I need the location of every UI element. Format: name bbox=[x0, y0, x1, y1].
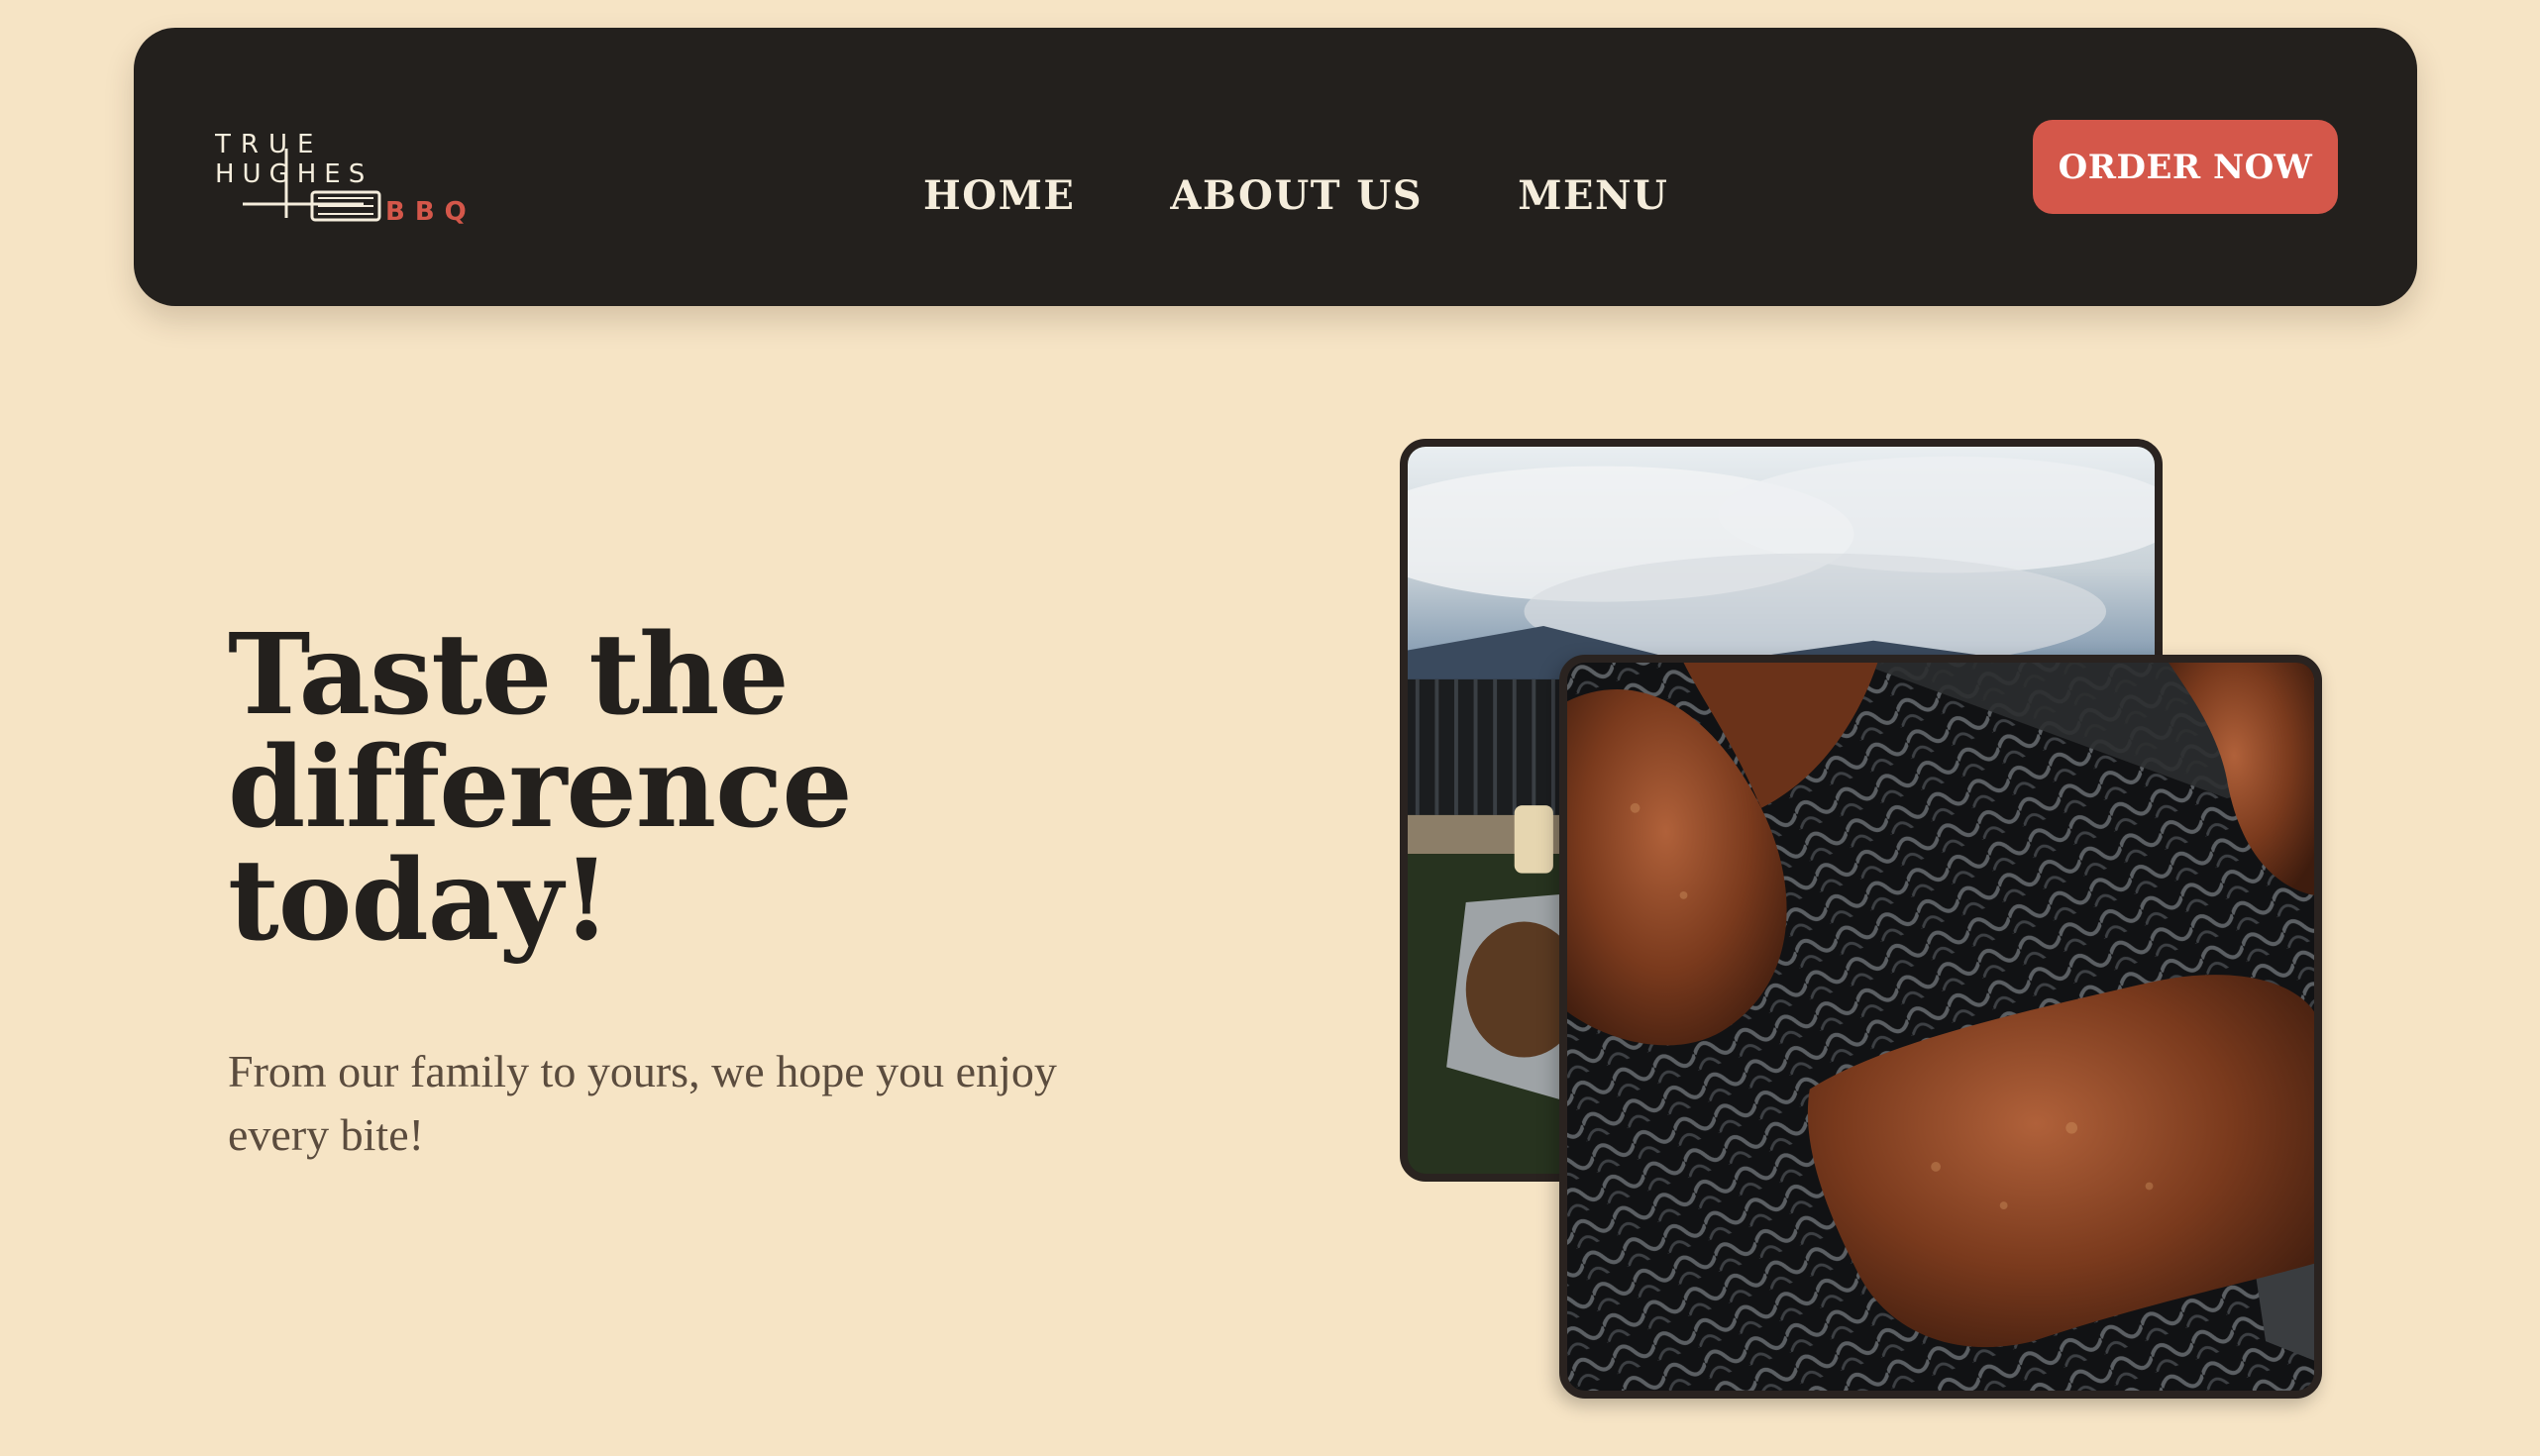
page: TRUE HUGHES BBQ HOME ABOUT US MENU ORDER… bbox=[0, 0, 2540, 1456]
nav-home-link[interactable]: HOME bbox=[923, 166, 1075, 226]
logo-text-line3: BBQ bbox=[385, 197, 473, 227]
main-nav: HOME ABOUT US MENU bbox=[923, 166, 1668, 226]
hero-title: Taste the difference today! bbox=[228, 619, 981, 958]
logo-mark-icon: TRUE HUGHES BBQ bbox=[215, 130, 473, 227]
order-now-button[interactable]: ORDER NOW bbox=[2033, 120, 2338, 214]
logo-text-line1: TRUE bbox=[215, 130, 323, 159]
hero-title-line3: today! bbox=[228, 836, 611, 966]
navbar: TRUE HUGHES BBQ HOME ABOUT US MENU ORDER… bbox=[134, 28, 2417, 306]
hero-title-line1: Taste the bbox=[228, 610, 790, 740]
hero-photo-front bbox=[1559, 655, 2322, 1399]
ribs-grill-image bbox=[1567, 663, 2314, 1391]
brand-logo[interactable]: TRUE HUGHES BBQ bbox=[215, 127, 473, 246]
nav-menu-link[interactable]: MENU bbox=[1518, 166, 1668, 226]
logo-text-line2: HUGHES bbox=[215, 159, 372, 189]
hero-title-line2: difference bbox=[228, 723, 853, 853]
nav-about-link[interactable]: ABOUT US bbox=[1170, 166, 1423, 226]
hero-subtitle: From our family to yours, we hope you en… bbox=[228, 1046, 1057, 1160]
